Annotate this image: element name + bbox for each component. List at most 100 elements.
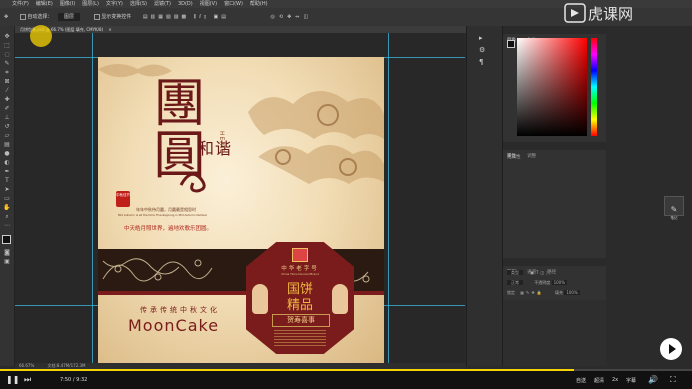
eyedropper-tool-icon[interactable]: ⁄ (3, 88, 11, 94)
play-icon (669, 344, 676, 354)
history-brush-tool-icon[interactable]: ↺ (3, 124, 11, 130)
fg-bg-color-icon[interactable] (507, 40, 515, 48)
menu-item[interactable]: 选择(S) (130, 1, 147, 7)
pen-tool-icon[interactable]: ✒ (3, 169, 11, 175)
menu-items: 文件(F) 编辑(E) 图像(I) 图层(L) 文字(Y) 选择(S) 滤镜(T) 3D(D)… (0, 1, 275, 7)
emblem-logo-icon (292, 248, 308, 262)
play-pause-icon[interactable]: ❚❚ (6, 375, 19, 384)
tools-panel: ✥ ⬚ ◌ ✎ ⌗ ⊠ ⁄ ✚ ✐ ⊥ ↺ ▱ ▤ ● ◐ ✒ T ➤ ▭ ✋ … (0, 26, 15, 366)
guide-line[interactable] (92, 33, 93, 365)
swirl-ornament-icon (179, 172, 206, 193)
color-picker-field[interactable] (517, 38, 587, 136)
poem-english: Mid Autumn is all the time Thanksgiving … (118, 213, 207, 217)
path-select-tool-icon[interactable]: ➤ (3, 187, 11, 193)
note-label: 笔记 (670, 216, 678, 220)
next-icon[interactable]: ⏭ (24, 375, 31, 385)
quick-mask-icon[interactable]: ◙ (3, 250, 11, 256)
foreground-color-swatch[interactable] (2, 235, 11, 244)
move-tool-icon[interactable]: ✥ (3, 34, 11, 40)
blur-tool-icon[interactable]: ● (3, 151, 11, 157)
menu-item[interactable]: 文字(Y) (106, 1, 123, 7)
3d-mode-icons[interactable]: ◎⟲✥⇔◫ (271, 14, 313, 20)
align-icons[interactable]: ▤▥▦▧▨▩ ⫼⫽⫾ ▣▤ (143, 14, 229, 20)
history-icon[interactable]: ▸ (479, 34, 483, 42)
far-right-panel: ✎ 笔记 (606, 26, 692, 366)
menu-item[interactable]: 图层(L) (82, 1, 99, 7)
brush-tool-icon[interactable]: ✐ (3, 106, 11, 112)
menu-item[interactable]: 3D(D) (178, 1, 193, 7)
lock-label: 锁定 (507, 290, 515, 295)
edit-icon: ✎ (670, 205, 678, 214)
crop-tool-icon[interactable]: ⌗ (3, 70, 11, 76)
screen-mode-icon[interactable]: ▣ (3, 259, 11, 265)
close-tab-icon[interactable]: × (108, 27, 111, 32)
lock-icons[interactable]: ▦✎✥🔒 (520, 290, 543, 295)
hand-tool-icon[interactable]: ✋ (3, 205, 11, 211)
player-progress-fill (0, 369, 575, 371)
brand-sub-text: China Time-honored Brand (281, 272, 319, 276)
auto-select-dropdown[interactable]: 图层 (58, 13, 81, 21)
menu-item[interactable]: 帮助(H) (250, 1, 268, 7)
hue-slider[interactable] (591, 38, 597, 136)
canvas-area[interactable]: 團圓 和谐 HEXIE 中秋佳节 年年中秋待月圆，月圆最是相思时 Mid Aut… (15, 33, 465, 365)
gradient-tool-icon[interactable]: ▤ (3, 142, 11, 148)
healing-tool-icon[interactable]: ✚ (3, 97, 11, 103)
document-tab[interactable]: 月饼包装.psd @ 66.7% (图层 填充, CMYK/8) × (14, 26, 466, 33)
speed-button[interactable]: 2x (612, 377, 618, 383)
mooncake-artwork[interactable]: 團圓 和谐 HEXIE 中秋佳节 年年中秋待月圆，月圆最是相思时 Mid Aut… (98, 57, 384, 365)
type-tool-icon[interactable]: T (3, 178, 11, 184)
actions-icon[interactable]: ⚙ (479, 46, 485, 54)
color-panel-tabs: 颜色 色板 (503, 26, 607, 43)
layer-kind-dropdown[interactable]: 类型 (507, 270, 523, 275)
doc-info[interactable]: 文档:8.47M/172.3M (48, 363, 86, 368)
no-properties-text: 无属性 (507, 155, 521, 160)
menu-item[interactable]: 图像(I) (60, 1, 75, 7)
caption-button[interactable]: 字幕 (626, 377, 636, 384)
play-button[interactable] (660, 338, 682, 360)
fullscreen-icon[interactable]: ⛶ (670, 375, 676, 385)
zoom-tool-icon[interactable]: ⌕ (3, 214, 11, 220)
quick-select-tool-icon[interactable]: ✎ (3, 61, 11, 67)
menu-item[interactable]: 文件(F) (12, 1, 29, 7)
frame-tool-icon[interactable]: ⊠ (3, 79, 11, 85)
culture-line-text: 传承传统中秋文化 (140, 306, 220, 314)
fill-input[interactable]: 100% (564, 290, 580, 295)
mooncake-text: MoonCake (128, 316, 220, 335)
he-xie-text: 和谐 (198, 139, 233, 158)
video-player-bar: ❚❚ ⏭ 7:50 / 9:32 自送 超清 2x 字幕 🔊 ⛶ (0, 369, 692, 389)
paragraph-icon[interactable]: ¶ (479, 58, 483, 66)
product-emblem: 中华老字号 China Time-honored Brand 国饼 精品 贺寿喜… (246, 242, 354, 354)
menu-item[interactable]: 滤镜(T) (154, 1, 171, 7)
more-tools-icon[interactable]: ⋯ (3, 223, 11, 229)
dodge-tool-icon[interactable]: ◐ (3, 160, 11, 166)
opacity-input[interactable]: 100% (551, 280, 567, 285)
layer-filter-icons[interactable]: ▣T◫⬚ (530, 270, 552, 275)
shape-tool-icon[interactable]: ▭ (3, 196, 11, 202)
layer-filter-row: 类型 ▣T◫⬚ (507, 270, 552, 276)
lasso-tool-icon[interactable]: ◌ (3, 52, 11, 58)
guide-line[interactable] (388, 33, 389, 365)
right-panels: 颜色 色板 属性 调整 无属性 图层 通道 路径 类型 ▣T◫⬚ 正常 不透明度… (502, 26, 607, 366)
he-xie-pinyin: HEXIE (218, 131, 225, 154)
player-progress-track[interactable] (0, 369, 692, 371)
note-tool-button[interactable]: ✎ 笔记 (664, 196, 684, 220)
menu-item[interactable]: 窗口(W) (224, 1, 243, 7)
volume-icon[interactable]: 🔊 (648, 375, 658, 384)
layers-list[interactable] (503, 300, 607, 366)
menu-item[interactable]: 编辑(E) (36, 1, 53, 7)
eraser-tool-icon[interactable]: ▱ (3, 133, 11, 139)
blend-mode-dropdown[interactable]: 正常 (507, 280, 523, 285)
brand-logo: 虎课网 (562, 2, 672, 24)
marquee-tool-icon[interactable]: ⬚ (3, 43, 11, 49)
hd-button[interactable]: 超清 (594, 377, 604, 384)
collapsed-panel-strip: ▸ ⚙ ¶ (466, 26, 503, 366)
menu-item[interactable]: 视图(V) (200, 1, 217, 7)
clone-stamp-tool-icon[interactable]: ⊥ (3, 115, 11, 121)
transform-controls-checkbox[interactable] (93, 13, 100, 20)
move-tool-icon[interactable]: ✥ (4, 14, 8, 20)
auto-select-checkbox[interactable] (19, 13, 26, 20)
auto-play-toggle[interactable]: 自送 (576, 377, 586, 384)
red-seal: 中秋佳节 (116, 191, 130, 207)
tab-adjustments[interactable]: 调整 (527, 154, 536, 159)
zoom-readout[interactable]: 66.67% (19, 363, 34, 368)
